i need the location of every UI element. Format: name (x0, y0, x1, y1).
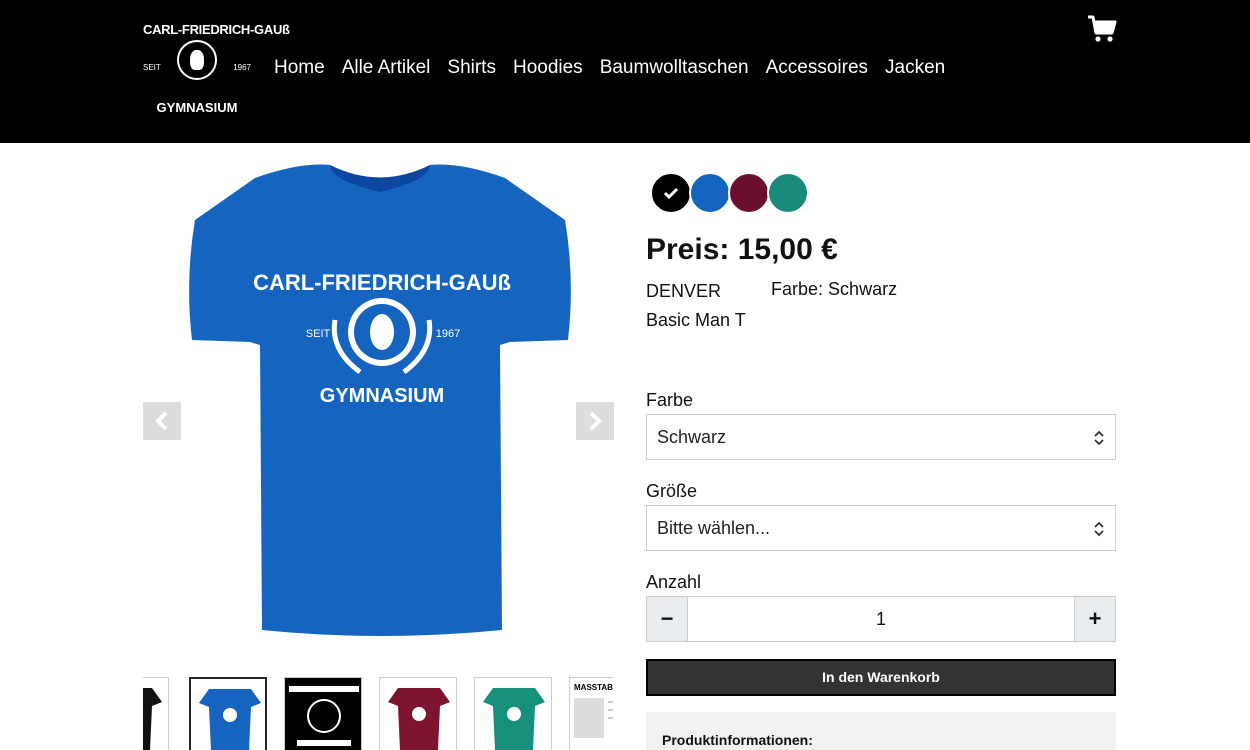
select-arrows-icon (1094, 430, 1104, 446)
nav-jacken[interactable]: Jacken (885, 57, 945, 79)
color-swatches (650, 172, 809, 214)
print-left-text: SEIT (306, 328, 331, 340)
thumbnail-strip: MASSTAB (143, 677, 613, 750)
thumbnail-blue-shirt[interactable] (189, 677, 267, 750)
selected-color-info: Farbe: Schwarz (771, 277, 897, 301)
product-info-title: Produktinformationen: (662, 732, 813, 748)
main-nav: Home Alle Artikel Shirts Hoodies Baumwol… (274, 57, 962, 79)
print-portrait (370, 314, 394, 350)
chevron-left-icon (155, 411, 168, 431)
chevron-right-icon (589, 411, 602, 431)
print-bottom-text: GYMNASIUM (320, 385, 444, 407)
logo-seal-icon (177, 40, 217, 80)
qty-minus-button[interactable]: − (647, 597, 687, 641)
groesse-select[interactable]: Bitte wählen... (646, 505, 1116, 551)
size-chart-title: MASSTAB (574, 683, 613, 692)
logo-left-text: SEIT (143, 63, 161, 72)
thumbnail-burgundy-shirt[interactable] (379, 677, 457, 750)
product-price: Preis: 15,00 € (646, 233, 838, 266)
logo-bottom-text: GYMNASIUM (156, 100, 238, 115)
gallery-next-button[interactable] (576, 402, 614, 440)
groesse-select-value: Bitte wählen... (657, 518, 771, 538)
thumbnail-black-shirt[interactable] (143, 677, 169, 750)
shopping-cart-icon[interactable] (1087, 14, 1117, 44)
print-right-text: 1967 (436, 328, 460, 340)
check-icon (663, 187, 679, 199)
nav-accessoires[interactable]: Accessoires (766, 57, 868, 79)
thumbnail-logo[interactable] (284, 677, 362, 750)
nav-alle-artikel[interactable]: Alle Artikel (342, 57, 431, 79)
product-name: DENVER Basic Man T (646, 281, 746, 330)
select-arrows-icon (1094, 521, 1104, 537)
qty-plus-button[interactable]: + (1075, 597, 1115, 641)
color-info-label: Farbe: (771, 279, 824, 299)
farbe-label: Farbe (646, 390, 694, 410)
thumbnail-teal-shirt[interactable] (474, 677, 552, 750)
nav-shirts[interactable]: Shirts (447, 57, 496, 79)
thumbnail-size-chart[interactable]: MASSTAB (569, 677, 613, 750)
school-logo[interactable]: CARL-FRIEDRICH-GAUß SEIT 1967 GYMNASIUM (143, 18, 290, 120)
add-to-cart-button[interactable]: In den Warenkorb (646, 659, 1116, 696)
quantity-stepper: − 1 + (646, 596, 1116, 642)
gallery-prev-button[interactable] (143, 402, 181, 440)
product-main-image: CARL-FRIEDRICH-GAUß SEIT 1967 GYMNASIUM (180, 160, 580, 650)
nav-home[interactable]: Home (274, 57, 325, 79)
groesse-label: Größe (646, 481, 698, 501)
swatch-black[interactable] (650, 172, 692, 214)
nav-baumwolltaschen[interactable]: Baumwolltaschen (600, 57, 749, 79)
farbe-select[interactable]: Schwarz (646, 414, 1116, 460)
farbe-select-value: Schwarz (657, 427, 727, 447)
site-header: CARL-FRIEDRICH-GAUß SEIT 1967 GYMNASIUM … (0, 0, 1250, 143)
logo-right-text: 1967 (233, 63, 251, 72)
anzahl-label: Anzahl (646, 572, 702, 592)
qty-input[interactable]: 1 (687, 597, 1075, 641)
product-info-box: Produktinformationen: (646, 712, 1116, 750)
color-info-value: Schwarz (828, 279, 898, 299)
swatch-burgundy[interactable] (728, 172, 770, 214)
swatch-blue[interactable] (689, 172, 731, 214)
print-top-text: CARL-FRIEDRICH-GAUß (253, 270, 511, 295)
nav-hoodies[interactable]: Hoodies (513, 57, 583, 79)
logo-top-text: CARL-FRIEDRICH-GAUß (143, 22, 290, 37)
swatch-teal[interactable] (767, 172, 809, 214)
